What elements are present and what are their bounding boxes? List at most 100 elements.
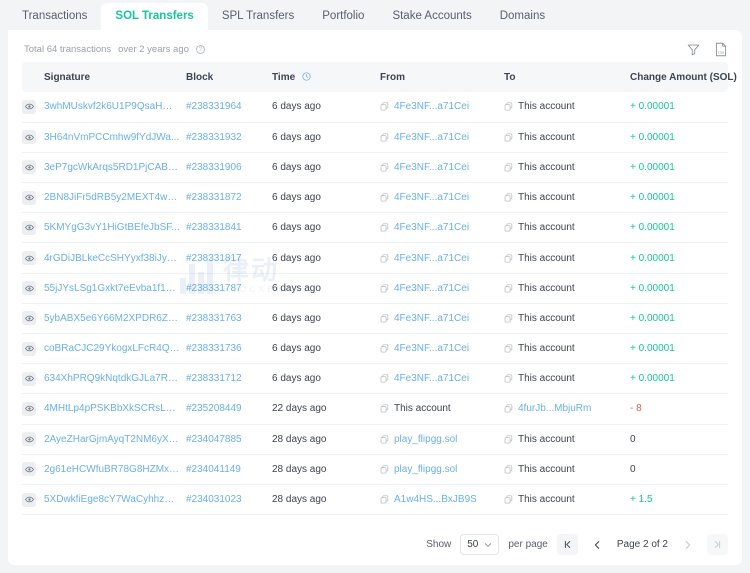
header-block[interactable]: Block <box>186 62 272 92</box>
eye-icon[interactable] <box>22 281 36 296</box>
block-link[interactable]: #238331712 <box>186 373 242 384</box>
clock-icon[interactable] <box>302 71 311 81</box>
from-address[interactable]: 4Fe3NF...a71Cei <box>394 253 469 264</box>
eye-icon[interactable] <box>22 341 36 356</box>
copy-icon[interactable] <box>380 254 389 263</box>
copy-icon[interactable] <box>380 284 389 293</box>
from-address[interactable]: 4Fe3NF...a71Cei <box>394 162 469 173</box>
copy-icon[interactable] <box>504 374 513 383</box>
signature-link[interactable]: 4MHtLp4pPSKBbXkSCRsLnf... <box>44 403 180 414</box>
copy-icon[interactable] <box>504 284 513 293</box>
copy-icon[interactable] <box>504 314 513 323</box>
from-address[interactable]: 4Fe3NF...a71Cei <box>394 192 469 203</box>
signature-link[interactable]: 5XDwkfiEge8cY7WaCyhhzSc... <box>44 494 180 505</box>
eye-icon[interactable] <box>22 311 36 326</box>
eye-icon[interactable] <box>22 371 36 386</box>
from-address[interactable]: play_flipgg.sol <box>394 464 457 475</box>
tab-sol-transfers[interactable]: SOL Transfers <box>101 3 208 30</box>
signature-link[interactable]: 4rGDiJBLkeCcSHYyxf38iJyK... <box>44 253 180 264</box>
tab-domains[interactable]: Domains <box>486 3 559 30</box>
eye-icon[interactable] <box>22 492 36 507</box>
block-link[interactable]: #234047885 <box>186 434 242 445</box>
copy-icon[interactable] <box>504 465 513 474</box>
prev-page-button[interactable] <box>587 534 608 555</box>
copy-icon[interactable] <box>380 404 389 413</box>
copy-icon[interactable] <box>380 133 389 142</box>
signature-link[interactable]: 3H64nVmPCCmhw9fYdJWa... <box>44 132 180 143</box>
from-address[interactable]: 4Fe3NF...a71Cei <box>394 373 469 384</box>
tab-spl-transfers[interactable]: SPL Transfers <box>208 3 308 30</box>
eye-icon[interactable] <box>22 190 36 205</box>
from-address[interactable]: 4Fe3NF...a71Cei <box>394 132 469 143</box>
tab-stake-accounts[interactable]: Stake Accounts <box>378 3 485 30</box>
copy-icon[interactable] <box>504 404 513 413</box>
copy-icon[interactable] <box>504 133 513 142</box>
from-address[interactable]: play_flipgg.sol <box>394 434 457 445</box>
copy-icon[interactable] <box>380 495 389 504</box>
eye-icon[interactable] <box>22 160 36 175</box>
copy-icon[interactable] <box>504 163 513 172</box>
copy-icon[interactable] <box>504 193 513 202</box>
from-address[interactable]: 4Fe3NF...a71Cei <box>394 283 469 294</box>
copy-icon[interactable] <box>380 344 389 353</box>
eye-icon[interactable] <box>22 220 36 235</box>
from-address[interactable]: 4Fe3NF...a71Cei <box>394 222 469 233</box>
first-page-button[interactable] <box>556 534 578 555</box>
block-link[interactable]: #238331841 <box>186 222 242 233</box>
copy-icon[interactable] <box>380 102 389 111</box>
block-link[interactable]: #238331964 <box>186 101 242 112</box>
copy-icon[interactable] <box>380 223 389 232</box>
header-signature[interactable]: Signature <box>44 62 186 92</box>
eye-icon[interactable] <box>22 130 36 145</box>
copy-icon[interactable] <box>380 163 389 172</box>
page-size-select[interactable]: 50 <box>460 534 500 555</box>
copy-icon[interactable] <box>504 495 513 504</box>
copy-icon[interactable] <box>504 223 513 232</box>
from-address[interactable]: 4Fe3NF...a71Cei <box>394 343 469 354</box>
tab-transactions[interactable]: Transactions <box>8 3 101 30</box>
from-address[interactable]: A1w4HS...BxJB9S <box>394 494 477 505</box>
copy-icon[interactable] <box>380 374 389 383</box>
signature-link[interactable]: 2BN8JiFr5dRB5y2MEXT4wb... <box>44 192 180 203</box>
copy-icon[interactable] <box>380 314 389 323</box>
copy-icon[interactable] <box>380 435 389 444</box>
signature-link[interactable]: 3whMUskvf2k6U1P9QsaHGy... <box>44 101 180 112</box>
block-link[interactable]: #234041149 <box>186 464 241 475</box>
signature-link[interactable]: 2g61eHCWfuBR78G8HZMxvi... <box>44 464 180 475</box>
signature-link[interactable]: 2AyeZHarGjmAyqT2NM6yX5... <box>44 434 180 445</box>
eye-icon[interactable] <box>22 99 36 114</box>
block-link[interactable]: #238331817 <box>186 253 242 264</box>
block-link[interactable]: #234031023 <box>186 494 242 505</box>
signature-link[interactable]: 3eP7gcWkArqs5RD1PjCABQ... <box>44 162 180 173</box>
filter-funnel-icon[interactable] <box>687 43 700 56</box>
eye-icon[interactable] <box>22 251 36 266</box>
copy-icon[interactable] <box>504 254 513 263</box>
block-link[interactable]: #235208449 <box>186 403 242 414</box>
eye-icon[interactable] <box>22 401 36 416</box>
from-address[interactable]: 4Fe3NF...a71Cei <box>394 313 469 324</box>
signature-link[interactable]: 5KMYgG3vY1HiGtBEfeJbSF... <box>44 222 180 233</box>
block-link[interactable]: #238331787 <box>186 283 242 294</box>
block-link[interactable]: #238331763 <box>186 313 242 324</box>
copy-icon[interactable] <box>504 344 513 353</box>
copy-icon[interactable] <box>504 435 513 444</box>
from-address[interactable]: 4Fe3NF...a71Cei <box>394 101 469 112</box>
signature-link[interactable]: 55jJYsLSg1Gxkt7eEvba1f1M... <box>44 283 180 294</box>
signature-link[interactable]: 634XhPRQ9kNqtdkGJLa7Rz... <box>44 373 180 384</box>
block-link[interactable]: #238331736 <box>186 343 242 354</box>
eye-icon[interactable] <box>22 462 36 477</box>
csv-download-icon[interactable]: csv <box>714 42 728 57</box>
block-link[interactable]: #238331906 <box>186 162 242 173</box>
block-link[interactable]: #238331872 <box>186 192 242 203</box>
eye-icon[interactable] <box>22 432 36 447</box>
header-time[interactable]: Time <box>272 62 380 92</box>
question-circle-icon[interactable]: ? <box>195 44 205 54</box>
tab-portfolio[interactable]: Portfolio <box>308 3 378 30</box>
block-link[interactable]: #238331932 <box>186 132 242 143</box>
signature-link[interactable]: coBRaCJC29YkogxLFcR4Qp... <box>44 343 180 354</box>
copy-icon[interactable] <box>380 193 389 202</box>
copy-icon[interactable] <box>380 465 389 474</box>
signature-link[interactable]: 5ybABX5e6Y66M2XPDR6Zc... <box>44 313 180 324</box>
copy-icon[interactable] <box>504 102 513 111</box>
to-address[interactable]: 4furJb...MbjuRm <box>518 403 591 414</box>
